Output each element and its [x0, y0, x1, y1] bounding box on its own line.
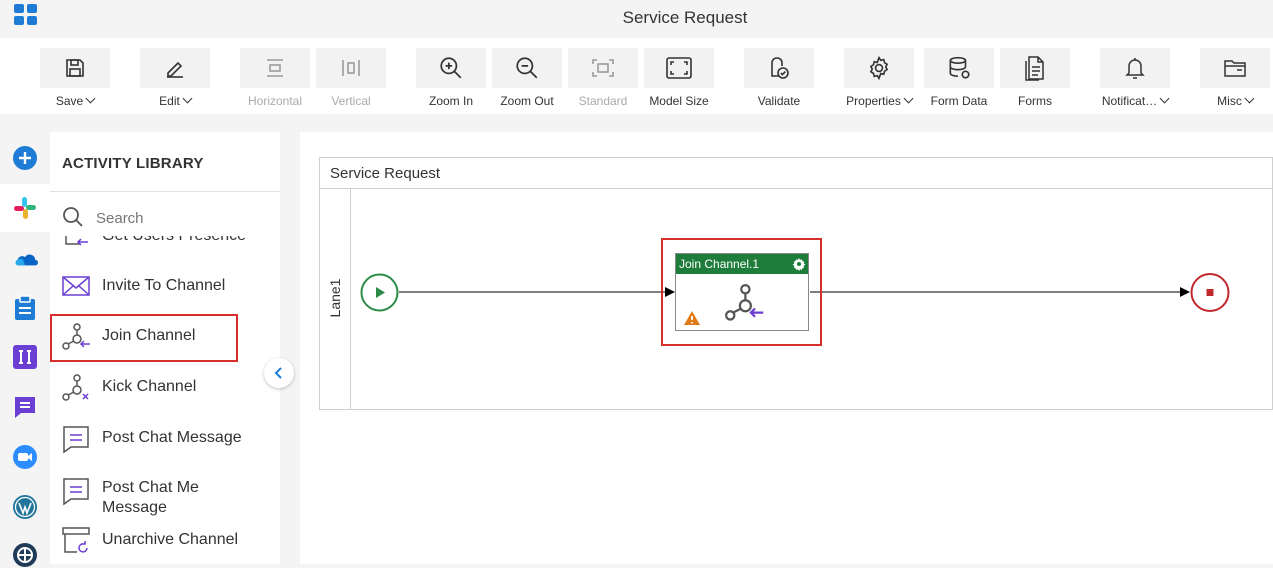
start-event[interactable] — [360, 273, 400, 318]
task-join-channel[interactable]: Join Channel.1 — [675, 253, 809, 331]
gear-icon[interactable] — [792, 257, 806, 271]
flow-connectors — [399, 287, 1190, 297]
warning-icon — [684, 311, 700, 325]
end-event[interactable] — [1190, 272, 1232, 319]
task-title: Join Channel.1 — [679, 257, 760, 271]
join-channel-icon — [725, 284, 764, 321]
task-header: Join Channel.1 — [676, 254, 808, 274]
stop-icon — [1206, 289, 1214, 296]
